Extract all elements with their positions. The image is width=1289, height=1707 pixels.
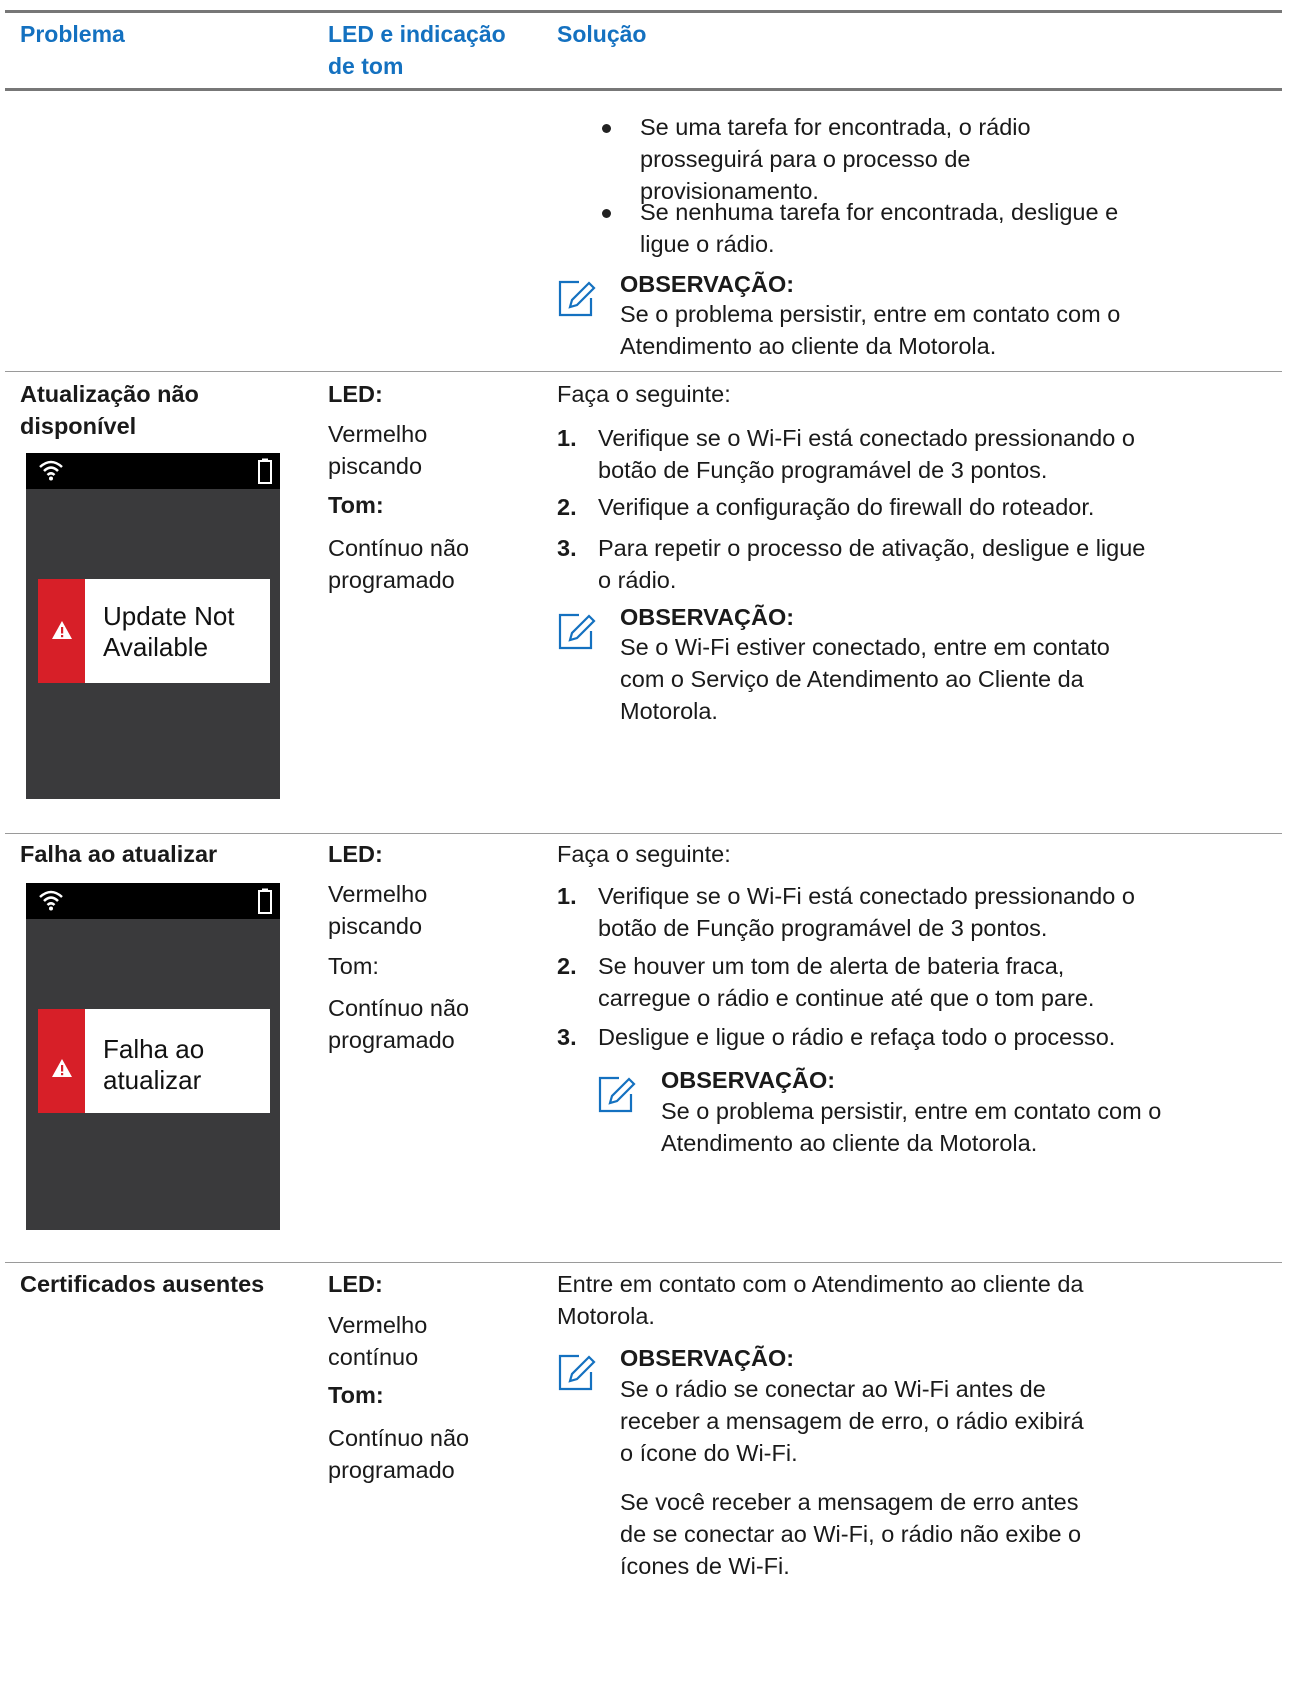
battery-icon — [258, 458, 272, 484]
step-number: 1. — [557, 883, 577, 909]
solution-intro: Faça o seguinte: — [557, 841, 731, 867]
wifi-icon — [39, 890, 63, 911]
tone-value: Contínuo não programado — [328, 535, 470, 593]
step-text: Se houver um tom de alerta de bateria fr… — [598, 953, 1095, 1011]
alert-box: Update Not Available — [38, 579, 270, 683]
table-top-rule — [5, 10, 1282, 13]
tone-label: Tom: — [328, 492, 384, 518]
tone-label: Tom: — [328, 953, 379, 979]
led-label: LED: — [328, 1271, 383, 1297]
bullet-dot — [602, 124, 611, 133]
note-title: OBSERVAÇÃO: — [620, 271, 795, 297]
note-title: OBSERVAÇÃO: — [661, 1067, 836, 1093]
row-divider — [5, 833, 1282, 834]
alert-message: Update Not Available — [103, 601, 235, 662]
problem-title: Falha ao atualizar — [20, 841, 218, 867]
bullet-item: Se nenhuma tarefa for encontrada, deslig… — [640, 199, 1119, 257]
note-text-secondary: Se você receber a mensagem de erro antes… — [620, 1489, 1082, 1579]
tone-value: Contínuo não programado — [328, 1425, 470, 1483]
led-label: LED: — [328, 381, 383, 407]
row-divider — [5, 1262, 1282, 1263]
note-pencil-icon — [598, 1076, 636, 1113]
led-value: Vermelho piscando — [328, 421, 428, 479]
battery-icon — [258, 888, 272, 914]
tone-value: Contínuo não programado — [328, 995, 470, 1053]
problem-title: Atualização não disponível — [20, 381, 199, 439]
note-text: Se o problema persistir, entre em contat… — [620, 301, 1121, 359]
step-text: Verifique se o Wi-Fi está conectado pres… — [598, 883, 1135, 941]
note-title: OBSERVAÇÃO: — [620, 604, 795, 630]
bullet-dot — [602, 209, 611, 218]
led-label: LED: — [328, 841, 383, 867]
tone-label: Tom: — [328, 1382, 384, 1408]
problem-title: Certificados ausentes — [20, 1271, 265, 1297]
radio-screen: Falha ao atualizar — [26, 883, 280, 1230]
note-title: OBSERVAÇÃO: — [620, 1345, 795, 1371]
note-pencil-icon — [558, 613, 596, 650]
radio-screen: Update Not Available — [26, 453, 280, 799]
note-pencil-icon — [558, 280, 596, 317]
step-number: 1. — [557, 425, 577, 451]
step-number: 3. — [557, 535, 577, 561]
warning-icon — [52, 621, 72, 639]
note-text: Se o Wi-Fi estiver conectado, entre em c… — [620, 634, 1110, 724]
note-text: Se o rádio se conectar ao Wi-Fi antes de… — [620, 1376, 1084, 1466]
led-value: Vermelho piscando — [328, 881, 428, 939]
alert-message: Falha ao atualizar — [103, 1034, 205, 1095]
step-text: Para repetir o processo de ativação, des… — [598, 535, 1146, 593]
solution-intro: Faça o seguinte: — [557, 381, 731, 407]
header-bottom-rule — [5, 88, 1282, 91]
row-divider — [5, 371, 1282, 372]
led-value: Vermelho contínuo — [328, 1312, 428, 1370]
alert-stripe — [38, 579, 85, 683]
step-text: Desligue e ligue o rádio e refaça todo o… — [598, 1024, 1116, 1050]
bullet-item: Se uma tarefa for encontrada, o rádio pr… — [640, 114, 1031, 204]
screen-status-bar — [26, 883, 280, 919]
warning-icon — [52, 1059, 72, 1077]
alert-box: Falha ao atualizar — [38, 1009, 270, 1113]
solution-intro: Entre em contato com o Atendimento ao cl… — [557, 1271, 1084, 1329]
header-solution: Solução — [557, 21, 647, 47]
screen-status-bar — [26, 453, 280, 489]
note-pencil-icon — [558, 1354, 596, 1391]
header-problem: Problema — [20, 21, 125, 47]
step-number: 3. — [557, 1024, 577, 1050]
wifi-icon — [39, 460, 63, 481]
note-text: Se o problema persistir, entre em contat… — [661, 1098, 1162, 1156]
step-text: Verifique a configuração do firewall do … — [598, 494, 1095, 520]
alert-stripe — [38, 1009, 85, 1113]
step-text: Verifique se o Wi-Fi está conectado pres… — [598, 425, 1135, 483]
step-number: 2. — [557, 953, 577, 979]
header-led: LED e indicação de tom — [328, 21, 506, 79]
step-number: 2. — [557, 494, 577, 520]
